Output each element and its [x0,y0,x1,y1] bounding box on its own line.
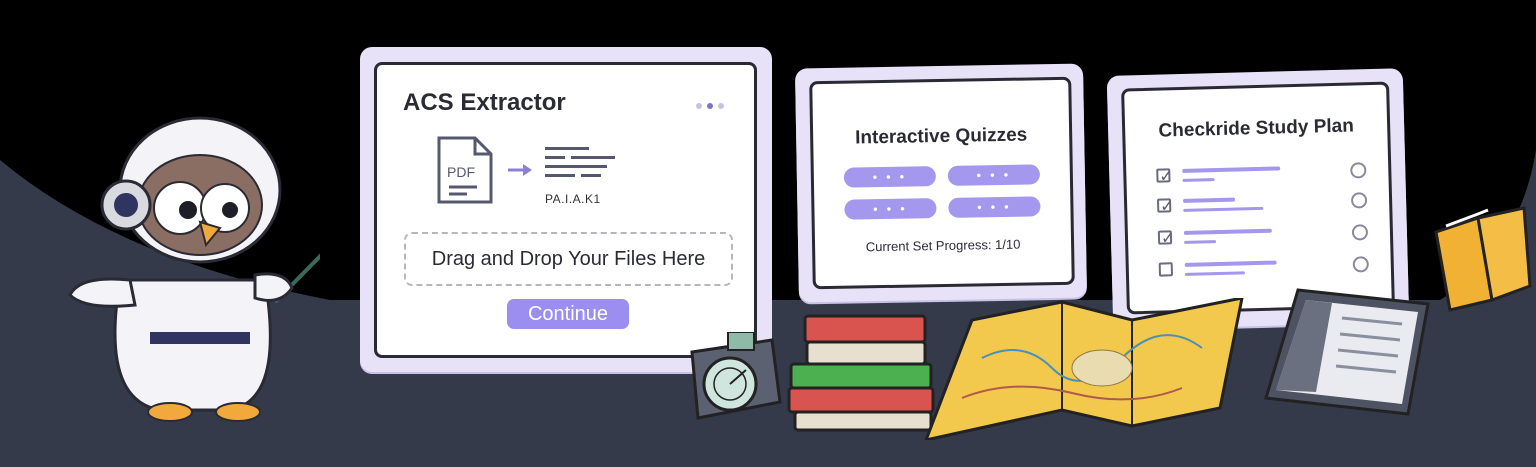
flight-computer-icon [690,332,782,420]
sectional-map-icon [924,298,1244,440]
checkbox-empty[interactable] [1158,262,1174,277]
checkbox-checked[interactable]: ✓ [1157,230,1175,248]
owl-mascot-icon [68,116,320,422]
more-options-icon[interactable] [696,103,724,109]
study-plan-item[interactable]: ✓ [1156,191,1368,218]
study-plan-item[interactable]: ✓ [1156,161,1367,188]
quiz-progress-text: Current Set Progress: 1/10 [865,236,1021,255]
file-dropzone[interactable]: Drag and Drop Your Files Here [404,232,733,286]
pdf-icon: PDF [437,136,493,204]
status-circle-icon [1351,224,1369,241]
hero-scene: ACS Extractor PDF PA.I.A.K1 Drag and Dro… [0,0,1536,467]
acs-title: ACS Extractor [403,89,566,116]
tablet-icon [1264,288,1430,416]
quiz-answer-pill[interactable]: • • • [947,164,1041,186]
status-circle-icon [1350,192,1368,209]
quiz-answer-pill[interactable]: • • • [948,196,1041,218]
study-plan-title: Checkride Study Plan [1158,115,1355,142]
arrow-right-icon [508,164,532,176]
books-icon [787,314,935,432]
status-circle-icon [1352,256,1369,273]
acs-extractor-card: ACS Extractor PDF PA.I.A.K1 Drag and Dro… [374,62,757,358]
acs-code-label: PA.I.A.K1 [545,192,601,206]
text-lines-icon [545,147,615,177]
study-plan-item[interactable]: ✓ [1157,223,1369,250]
study-plan-card: Checkride Study Plan ✓ ✓ ✓ [1121,81,1395,315]
study-plan-item[interactable] [1158,255,1370,282]
checkbox-checked[interactable]: ✓ [1156,168,1173,186]
quiz-title: Interactive Quizzes [854,124,1028,149]
quiz-answer-pill[interactable]: • • • [843,166,937,188]
pdf-label: PDF [447,164,475,180]
open-book-icon [1434,206,1532,312]
quiz-answer-pill[interactable]: • • • [844,198,937,220]
status-circle-icon [1350,162,1367,179]
checkbox-checked[interactable]: ✓ [1156,198,1174,216]
quiz-card: Interactive Quizzes • • • • • • • • • • … [809,76,1075,290]
continue-button[interactable]: Continue [507,299,629,329]
